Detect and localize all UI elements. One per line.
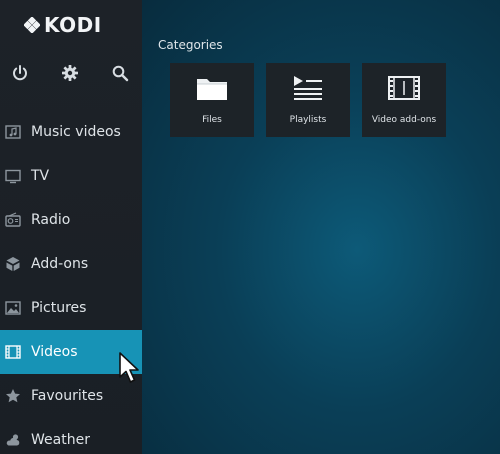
kodi-logo-icon [24,17,40,33]
sidebar-item-pictures[interactable]: Pictures [0,286,142,330]
search-icon [112,65,129,82]
weather-icon [5,432,21,448]
sidebar-item-label: Add-ons [31,256,89,272]
power-icon [13,65,27,81]
tile-label: Files [202,115,222,125]
tv-icon [5,168,21,184]
sidebar-item-music-videos[interactable]: Music videos [0,110,142,154]
sidebar-item-tv[interactable]: TV [0,154,142,198]
sidebar-item-radio[interactable]: Radio [0,198,142,242]
settings-button[interactable] [55,58,85,88]
sidebar-item-label: TV [31,168,50,184]
sidebar-item-label: Favourites [31,388,104,404]
section-title: Categories [158,38,223,52]
star-icon [5,388,21,404]
sidebar: KODI Music videos TV Radio Add-ons Pictu… [0,0,142,454]
gear-icon [62,65,78,81]
power-button[interactable] [5,58,35,88]
sidebar-item-favourites[interactable]: Favourites [0,374,142,418]
sidebar-item-videos[interactable]: Videos [0,330,142,374]
top-icon-bar [0,58,142,88]
sidebar-item-label: Radio [31,212,71,228]
tile-files[interactable]: Files [170,63,254,137]
music-video-icon [5,124,21,140]
main-menu: Music videos TV Radio Add-ons Pictures V… [0,110,142,454]
tile-video-add-ons[interactable]: Video add-ons [362,63,446,137]
sidebar-item-label: Weather [31,432,90,448]
sidebar-item-label: Music videos [31,124,121,140]
main-content: Categories Files Playlists Video add-ons [142,0,500,454]
tile-playlists[interactable]: Playlists [266,63,350,137]
tile-label: Video add-ons [371,115,437,125]
playlist-icon [294,76,322,100]
sidebar-item-label: Videos [31,344,78,360]
tile-label: Playlists [289,115,327,125]
search-button[interactable] [105,58,135,88]
logo-text: KODI [44,13,102,37]
kodi-app: KODI Music videos TV Radio Add-ons Pictu… [0,0,500,454]
sidebar-item-label: Pictures [31,300,87,316]
radio-icon [5,212,21,228]
sidebar-item-add-ons[interactable]: Add-ons [0,242,142,286]
film-icon [5,344,21,360]
film-strip-icon [388,76,420,100]
addons-icon [5,256,21,272]
sidebar-item-weather[interactable]: Weather [0,418,142,454]
pictures-icon [5,300,21,316]
kodi-logo: KODI [24,10,102,40]
folder-icon [197,79,227,100]
